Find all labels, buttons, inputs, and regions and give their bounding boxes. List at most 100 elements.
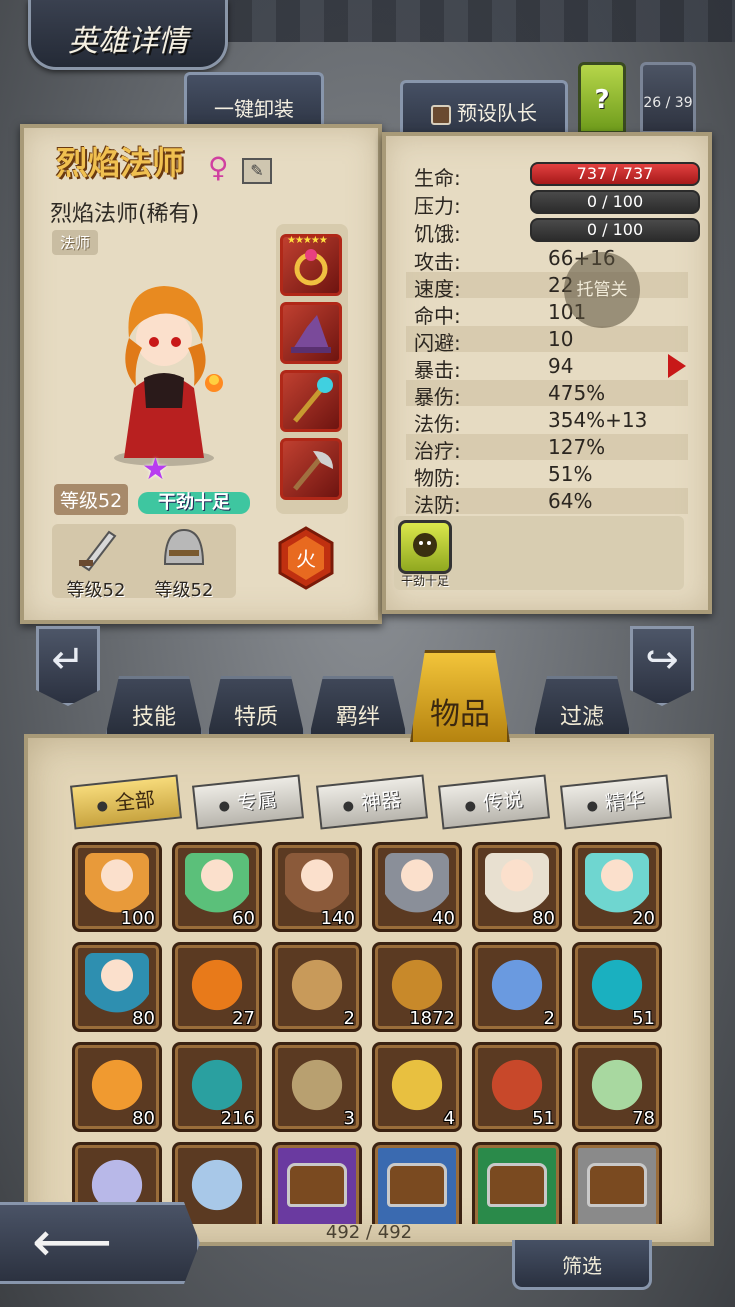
hero-mood: 干劲十足 [138, 492, 250, 514]
gear-panel: 等级52 等级52 [52, 524, 236, 601]
preset-captain-label: 预设队长 [457, 101, 537, 125]
hero-counter[interactable]: 26 / 39 [640, 62, 696, 134]
filter-legendary[interactable]: 传说 [437, 774, 551, 830]
stat-label: 压力: [414, 194, 461, 218]
equip-slot-ring[interactable]: ★★★★★ [280, 234, 342, 296]
filter-essence[interactable]: 精华 [559, 774, 673, 830]
filter-exclusive[interactable]: 专属 [191, 774, 305, 830]
inventory-item[interactable]: 78 [572, 1042, 662, 1132]
item-count: 51 [632, 1008, 655, 1029]
inventory-item[interactable] [372, 1142, 462, 1224]
filter-label: 全部 [113, 787, 157, 816]
trait-area: 干劲十足 [394, 516, 684, 590]
tab-items[interactable]: 物品 [410, 650, 510, 742]
title-plate: 英雄详情 [28, 0, 228, 70]
inventory-item[interactable]: 20 [572, 842, 662, 932]
inventory-item[interactable]: 80 [472, 842, 562, 932]
inventory-item[interactable]: 140 [272, 842, 362, 932]
hero-name: 烈焰法师 [56, 144, 185, 182]
item-count: 78 [632, 1108, 655, 1129]
hero-portrait [114, 286, 223, 466]
inventory-item[interactable]: 51 [472, 1042, 562, 1132]
stat-row: 物防: 51% [414, 462, 684, 490]
auto-battle-toggle[interactable]: 托管关 [564, 252, 640, 328]
crystal-icon [485, 953, 549, 1017]
orb-icon [285, 1053, 349, 1117]
stat-value: 10 [548, 327, 574, 351]
tab-filter[interactable]: 过滤 [532, 676, 632, 742]
filter-artifact[interactable]: 神器 [315, 774, 429, 830]
tab-skills[interactable]: 技能 [104, 676, 204, 742]
stat-label: 暴伤: [414, 385, 461, 409]
expand-arrow-icon[interactable] [668, 354, 686, 378]
inventory-item[interactable]: 27 [172, 942, 262, 1032]
inventory-item[interactable]: 60 [172, 842, 262, 932]
stat-row: 暴击: 94 [414, 354, 684, 382]
stat-row: 攻击:66+16 [414, 246, 684, 274]
filter-label: 神器 [359, 787, 403, 816]
inventory-item[interactable]: 80 [72, 942, 162, 1032]
item-count: 20 [632, 908, 655, 929]
inventory-item[interactable]: 216 [172, 1042, 262, 1132]
inventory-panel: 全部 专属 神器 传说 精华 100 60 140 40 80 20 80 27 2 1872 2 5… [24, 734, 714, 1246]
inventory-item[interactable]: 40 [372, 842, 462, 932]
stat-stress: 压力: 0 / 100 [414, 190, 700, 218]
stat-row: 速度: 22 [414, 273, 684, 301]
inventory-item[interactable]: 4 [372, 1042, 462, 1132]
inventory-item[interactable]: 80 [72, 1042, 162, 1132]
preset-captain-checkbox[interactable] [431, 104, 451, 125]
tab-traits[interactable]: 特质 [206, 676, 306, 742]
card-icon [385, 1053, 449, 1117]
header-strip [228, 0, 735, 42]
prev-hero-button[interactable]: ↵ [36, 626, 100, 706]
inventory-item[interactable]: 100 [72, 842, 162, 932]
inventory-item[interactable] [272, 1142, 362, 1224]
axe-icon [293, 451, 333, 491]
stats-card: 生命: 737 / 737 压力: 0 / 100 饥饿: 0 / 100 攻击… [382, 132, 712, 614]
item-count: 2 [343, 1008, 355, 1029]
hero-card: 烈焰法师 ♀ ✎ 烈焰法师(稀有) 法师 ★ 等级52 干劲十足 ★★★★★ 等… [20, 124, 382, 624]
equip-slot-hat[interactable] [280, 302, 342, 364]
inventory-item[interactable]: 2 [472, 942, 562, 1032]
equip-slot-axe[interactable] [280, 438, 342, 500]
filter-label: 传说 [481, 787, 525, 816]
filter-all[interactable]: 全部 [69, 774, 183, 830]
stat-value: 127% [548, 435, 606, 459]
back-button[interactable]: ⟵ [0, 1202, 200, 1284]
weapon-slot[interactable]: 等级52 [56, 524, 136, 602]
return-right-icon: ↪ [645, 637, 679, 683]
chip-dot-icon [342, 800, 354, 812]
hero-subtitle: 烈焰法师(稀有) [50, 202, 200, 227]
return-left-icon: ↵ [51, 637, 85, 683]
equipment-column: ★★★★★ [276, 224, 348, 514]
filter-label: 专属 [235, 787, 279, 816]
stat-label: 暴击: [414, 358, 461, 382]
tab-bonds[interactable]: 羁绊 [308, 676, 408, 742]
inventory-item[interactable]: 3 [272, 1042, 362, 1132]
item-count: 80 [532, 908, 555, 929]
edit-name-icon[interactable]: ✎ [242, 158, 272, 184]
stat-row: 命中: 101 [414, 300, 684, 328]
element-badge: 火 [278, 526, 334, 590]
inventory-item[interactable]: 51 [572, 942, 662, 1032]
armor-slot[interactable]: 等级52 [144, 524, 224, 602]
help-button[interactable]: ? [578, 62, 626, 134]
item-count: 60 [232, 908, 255, 929]
trait-icon[interactable] [398, 520, 452, 574]
next-hero-button[interactable]: ↪ [630, 626, 694, 706]
unload-all-button[interactable]: 一键卸装 [184, 72, 324, 132]
fire-element-icon: 火 [278, 526, 334, 590]
inventory-item[interactable] [572, 1142, 662, 1224]
preset-captain-button[interactable]: 预设队长 [400, 80, 568, 140]
inventory-item[interactable] [472, 1142, 562, 1224]
stress-bar: 0 / 100 [530, 190, 700, 214]
stat-row: 法伤: 354%+13 [414, 408, 684, 436]
filter-button[interactable]: 筛选 [512, 1240, 652, 1290]
equip-slot-staff[interactable] [280, 370, 342, 432]
stat-value: 475% [548, 381, 606, 405]
item-count: 216 [220, 1108, 255, 1129]
inventory-item[interactable]: 1872 [372, 942, 462, 1032]
stat-label: 治疗: [414, 439, 461, 463]
inventory-item[interactable]: 2 [272, 942, 362, 1032]
item-count: 2 [543, 1008, 555, 1029]
